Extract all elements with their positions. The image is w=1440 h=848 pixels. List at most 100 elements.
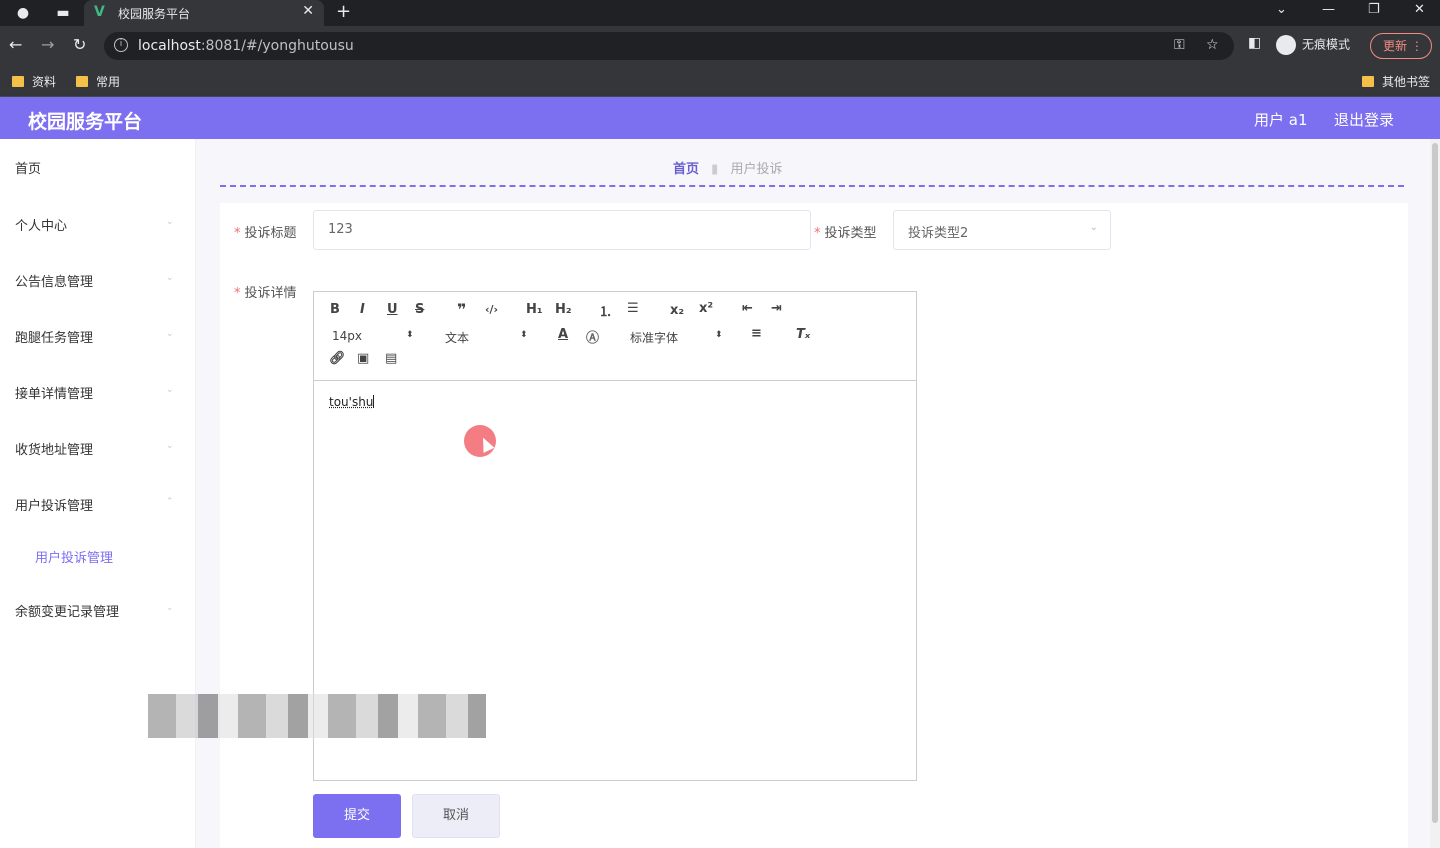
chevron-down-icon: ⌄ xyxy=(166,273,174,283)
chevron-down-icon: ⌄ xyxy=(166,217,174,227)
breadcrumb-separator-icon: ▮ xyxy=(711,162,719,177)
logout-link[interactable]: 退出登录 xyxy=(1334,109,1394,130)
sidebar-item-order-details[interactable]: 接单详情管理 xyxy=(15,383,93,402)
globe-icon[interactable]: ● xyxy=(14,4,32,22)
breadcrumb-current: 用户投诉 xyxy=(730,162,783,177)
incognito-icon xyxy=(1276,35,1296,55)
underline-icon[interactable]: U xyxy=(387,302,398,317)
code-icon[interactable]: ‹/› xyxy=(485,303,498,316)
font-color-icon[interactable]: A xyxy=(558,327,568,342)
title-label: * 投诉标题 xyxy=(234,222,297,241)
sidebar-item-balance-records[interactable]: 余额变更记录管理 xyxy=(15,601,119,620)
editor-content[interactable]: tou'shu xyxy=(329,395,375,409)
heading2-icon[interactable]: H₂ xyxy=(555,302,572,317)
sidebar: 首页 个人中心 ⌄ 公告信息管理 ⌄ 跑腿任务管理 ⌄ 接单详情管理 ⌄ 收货地… xyxy=(0,139,196,848)
update-label: 更新 xyxy=(1383,39,1408,53)
indent-icon[interactable]: ⇥ xyxy=(771,301,782,316)
sidebar-item-announcements[interactable]: 公告信息管理 xyxy=(15,271,93,290)
font-family-select[interactable]: 标准字体 xyxy=(630,329,678,346)
back-icon[interactable]: ← xyxy=(9,35,22,54)
sidebar-item-errand-tasks[interactable]: 跑腿任务管理 xyxy=(15,327,93,346)
cancel-button[interactable]: 取消 xyxy=(412,794,500,838)
restore-icon[interactable]: ❐ xyxy=(1368,2,1380,17)
url-input[interactable]: i localhost:8081/#/yonghutousu ⚿ ☆ xyxy=(104,32,1234,60)
sidebar-item-home[interactable]: 首页 xyxy=(15,158,41,177)
title-input[interactable]: 123 xyxy=(313,210,811,250)
bookmark-label: 资料 xyxy=(32,75,57,89)
browser-tab[interactable]: V 校园服务平台 ✕ xyxy=(84,0,324,26)
link-icon[interactable]: 🔗︎ xyxy=(329,351,346,366)
url-host: localhost xyxy=(138,38,201,54)
italic-icon[interactable]: I xyxy=(360,302,365,317)
star-icon[interactable]: ☆ xyxy=(1206,37,1219,53)
updown-icon: ⬍ xyxy=(406,330,414,340)
close-window-icon[interactable]: ✕ xyxy=(1414,2,1425,17)
forward-icon[interactable]: → xyxy=(41,35,54,54)
type-select-value: 投诉类型2 xyxy=(908,226,969,241)
folder-icon xyxy=(12,76,24,87)
chevron-up-icon: ⌃ xyxy=(166,497,174,507)
page-scrollbar[interactable] xyxy=(1430,139,1440,848)
update-button[interactable]: 更新 ⋮ xyxy=(1370,33,1432,59)
chevron-down-icon: ⌄ xyxy=(166,603,174,613)
redacted-overlay xyxy=(148,694,486,738)
required-mark: * xyxy=(234,226,241,241)
updown-icon: ⬍ xyxy=(520,330,528,340)
ordered-list-icon[interactable]: ⒈ xyxy=(599,301,612,320)
text-style-select[interactable]: 文本 xyxy=(445,329,469,346)
sidebar-item-personal-center[interactable]: 个人中心 xyxy=(15,215,67,234)
other-bookmarks-folder[interactable]: 其他书签 xyxy=(1362,73,1430,90)
text-caret xyxy=(373,395,375,408)
main-content: 首页 ▮ 用户投诉 * 投诉标题 123 * 投诉类型 投诉类型2 ⌄ * 投诉详情 … xyxy=(196,139,1440,848)
address-bar: ← → ↻ i localhost:8081/#/yonghutousu ⚿ ☆… xyxy=(0,26,1440,66)
editor-text: tou'shu xyxy=(329,395,374,409)
required-mark: * xyxy=(234,286,241,301)
submit-button[interactable]: 提交 xyxy=(313,794,401,838)
image-icon[interactable]: ▣ xyxy=(357,351,369,366)
bold-icon[interactable]: B xyxy=(330,302,340,317)
key-icon[interactable]: ⚿ xyxy=(1174,37,1185,53)
sidebar-subitem-complaints[interactable]: 用户投诉管理 xyxy=(35,547,113,566)
detail-label-text: 投诉详情 xyxy=(244,286,297,301)
breadcrumb: 首页 ▮ 用户投诉 xyxy=(673,158,782,177)
required-mark: * xyxy=(814,226,821,241)
breadcrumb-home[interactable]: 首页 xyxy=(673,162,699,177)
bookmark-folder-ziliao[interactable]: 资料 xyxy=(12,73,56,90)
tab-overview-icon[interactable]: ▬ xyxy=(54,4,72,22)
clear-format-icon[interactable]: Tₓ xyxy=(796,327,810,342)
superscript-icon[interactable]: x² xyxy=(699,301,713,316)
scrollbar-thumb[interactable] xyxy=(1432,143,1438,823)
divider xyxy=(220,185,1404,187)
editor-toolbar: B I U S ❞ ‹/› H₁ H₂ ⒈ ☰ x₂ x² ⇤ ⇥ 14px ⬍… xyxy=(314,292,916,381)
type-select[interactable]: 投诉类型2 ⌄ xyxy=(893,210,1111,250)
detail-label: * 投诉详情 xyxy=(234,282,297,301)
folder-icon xyxy=(1362,76,1374,87)
close-tab-icon[interactable]: ✕ xyxy=(302,3,314,19)
url-path: :8081/#/yonghutousu xyxy=(200,38,354,54)
heading1-icon[interactable]: H₁ xyxy=(526,302,543,317)
title-label-text: 投诉标题 xyxy=(244,226,297,241)
strike-icon[interactable]: S xyxy=(415,302,424,317)
tab-search-icon[interactable]: ⌄ xyxy=(1276,2,1287,17)
incognito-profile[interactable]: 无痕模式 xyxy=(1276,35,1350,55)
sidepanel-icon[interactable]: ◧ xyxy=(1248,35,1261,51)
updown-icon: ⬍ xyxy=(715,330,723,340)
vue-logo-icon: V xyxy=(94,4,105,20)
reload-icon[interactable]: ↻ xyxy=(73,35,86,54)
font-size-select[interactable]: 14px xyxy=(332,329,362,343)
background-color-icon[interactable]: Ⓐ xyxy=(586,327,599,346)
sidebar-item-complaints[interactable]: 用户投诉管理 xyxy=(15,495,93,514)
bookmark-folder-changyong[interactable]: 常用 xyxy=(76,73,120,90)
minimize-icon[interactable]: — xyxy=(1322,2,1335,17)
bullet-list-icon[interactable]: ☰ xyxy=(627,301,639,316)
folder-icon xyxy=(76,76,88,87)
video-icon[interactable]: ▤ xyxy=(385,351,397,366)
align-icon[interactable]: ≡ xyxy=(751,326,762,341)
new-tab-icon[interactable]: + xyxy=(336,1,351,22)
sidebar-item-addresses[interactable]: 收货地址管理 xyxy=(15,439,93,458)
outdent-icon[interactable]: ⇤ xyxy=(742,301,753,316)
subscript-icon[interactable]: x₂ xyxy=(670,303,684,318)
chevron-down-icon: ⌄ xyxy=(1089,222,1098,233)
quote-icon[interactable]: ❞ xyxy=(457,300,466,319)
site-info-icon[interactable]: i xyxy=(114,38,128,52)
